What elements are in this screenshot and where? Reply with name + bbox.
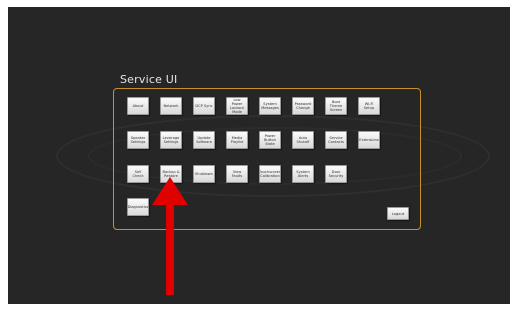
update-software-button[interactable]: Update Software: [193, 131, 215, 149]
door-security-button[interactable]: Door Security: [325, 165, 347, 183]
speaker-settings-button[interactable]: Speaker Settings: [127, 131, 149, 149]
network-button[interactable]: Network: [160, 97, 182, 115]
boot-theme-screen-button[interactable]: Boot Theme Screen: [325, 97, 347, 115]
wifi-setup-button[interactable]: Wi-Fi Setup: [358, 97, 380, 115]
service-contacts-button[interactable]: Service Contacts: [325, 131, 347, 149]
page-title: Service UI: [120, 73, 178, 86]
auto-shutoff-button[interactable]: Auto Shutoff: [292, 131, 314, 149]
power-button-state-button[interactable]: Power Button State: [259, 131, 281, 149]
shutdown-button[interactable]: Shutdown: [193, 165, 215, 183]
red-arrow-shaft: [166, 197, 174, 295]
password-change-button[interactable]: Password Change: [292, 97, 314, 115]
low-power-lockout-button[interactable]: Low Power Lockout Mode: [226, 97, 248, 115]
service-screen: Service UI About Network DCP Sync Low Po…: [8, 7, 510, 304]
logout-button[interactable]: Logout: [387, 207, 409, 220]
touchscreen-calibration-button[interactable]: Touchscreen Calibration: [259, 165, 281, 183]
dcp-sync-button[interactable]: DCP Sync: [193, 97, 215, 115]
diagnostics-button[interactable]: Diagnostics: [127, 198, 149, 216]
service-button-panel: About Network DCP Sync Low Power Lockout…: [113, 88, 421, 230]
leverage-settings-button[interactable]: Leverage Settings: [160, 131, 182, 149]
view-faults-button[interactable]: View Faults: [226, 165, 248, 183]
media-playlist-button[interactable]: Media Playlist: [226, 131, 248, 149]
self-check-button[interactable]: Self Check: [127, 165, 149, 183]
system-messages-button[interactable]: System Messages: [259, 97, 281, 115]
system-alerts-button[interactable]: System Alerts: [292, 165, 314, 183]
extensions-button[interactable]: Extensions: [358, 131, 380, 149]
about-button[interactable]: About: [127, 97, 149, 115]
